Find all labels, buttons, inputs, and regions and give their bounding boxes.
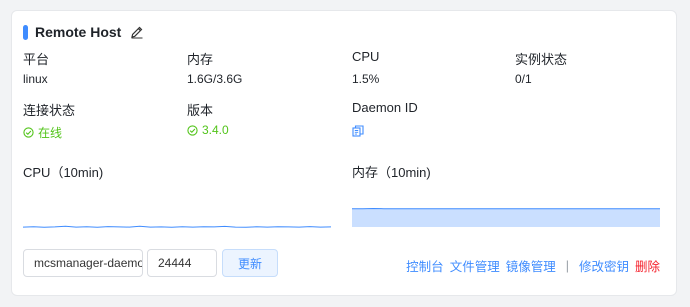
console-link[interactable]: 控制台 xyxy=(406,256,444,275)
platform-label: 平台 xyxy=(23,52,50,67)
copy-icon[interactable] xyxy=(352,124,364,137)
card-title: Remote Host xyxy=(35,24,122,40)
actions-separator: | xyxy=(565,258,569,273)
connection-status-label: 连接状态 xyxy=(23,103,76,118)
delete-link[interactable]: 删除 xyxy=(635,256,660,275)
image-manager-link[interactable]: 镜像管理 xyxy=(506,256,556,275)
version-text: 3.4.0 xyxy=(202,123,229,137)
platform-value: linux xyxy=(23,72,48,86)
memory-label: 内存 xyxy=(187,52,214,67)
card-header: Remote Host xyxy=(23,21,144,43)
version-value: 3.4.0 xyxy=(187,123,229,137)
file-manager-link[interactable]: 文件管理 xyxy=(450,256,500,275)
cpu-series-line xyxy=(23,225,331,228)
connection-status-text: 在线 xyxy=(38,126,63,140)
daemon-port-value: 24444 xyxy=(158,256,192,270)
instance-status-value: 0/1 xyxy=(515,72,532,86)
cpu-chart-title: CPU（10min) xyxy=(23,165,104,180)
remote-host-card: Remote Host 平台 linux 内存 1.6G/3.6G CPU 1.… xyxy=(11,10,677,296)
check-circle-icon xyxy=(187,124,198,136)
check-circle-icon xyxy=(23,127,34,138)
pencil-icon[interactable] xyxy=(130,25,144,39)
update-button[interactable]: 更新 xyxy=(222,249,278,277)
cpu-value: 1.5% xyxy=(352,72,380,86)
title-accent-bar xyxy=(23,24,28,40)
daemon-port-input[interactable]: 24444 xyxy=(147,249,217,277)
memory-series-area xyxy=(352,208,660,227)
memory-chart-title: 内存（10min) xyxy=(352,165,431,180)
cpu-label: CPU xyxy=(352,49,380,64)
change-key-link[interactable]: 修改密钥 xyxy=(579,256,629,275)
daemon-id-label: Daemon ID xyxy=(352,100,418,115)
connection-status-value: 在线 xyxy=(23,124,62,141)
memory-value: 1.6G/3.6G xyxy=(187,72,243,86)
daemon-host-input[interactable]: mcsmanager-daemon xyxy=(23,249,143,277)
daemon-host-value: mcsmanager-daemon xyxy=(34,256,143,270)
instance-status-label: 实例状态 xyxy=(515,52,568,67)
memory-usage-chart xyxy=(352,207,660,227)
card-actions: 控制台 文件管理 镜像管理 | 修改密钥 删除 xyxy=(406,256,660,275)
version-label: 版本 xyxy=(187,103,214,118)
cpu-usage-chart xyxy=(23,225,331,228)
